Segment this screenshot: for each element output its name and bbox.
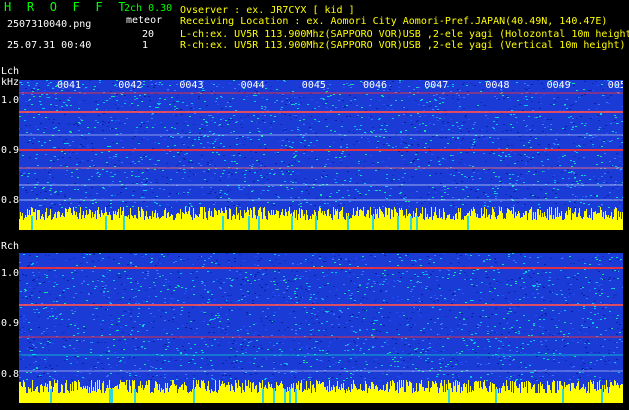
time-tick-label: 0049 — [546, 80, 571, 91]
right-edge-bar — [623, 60, 629, 410]
rch-tick-3: 0.8 — [1, 369, 20, 380]
lch-spectrogram — [19, 80, 623, 230]
time-tick-label: 0046 — [363, 80, 388, 91]
time-tick-label: 0047 — [424, 80, 449, 91]
time-tick-label: 0045 — [301, 80, 326, 91]
lch-unit: kHz — [1, 77, 20, 88]
rch-tick-1: 1.0 — [1, 268, 20, 279]
rch-label: Rch — [1, 241, 20, 252]
l-channel-info: L-ch:ex. UV5R 113.900Mhz(SAPPORO VOR)USB… — [180, 29, 629, 40]
r-channel-info: R-ch:ex. UV5R 113.900Mhz(SAPPORO VOR)USB… — [180, 40, 626, 51]
time-tick-label: 0048 — [485, 80, 510, 91]
lch-tick-1: 1.0 — [1, 95, 20, 106]
rch-spectrogram — [19, 253, 623, 403]
version-label: 2ch 0.30 — [124, 3, 173, 14]
meteor-count-r: 1 — [142, 40, 149, 51]
time-tick-label: 0043 — [179, 80, 204, 91]
time-tick-label: 0041 — [57, 80, 82, 91]
meteor-label: meteor — [126, 15, 163, 26]
location-info: Receiving Location : ex. Aomori City Aom… — [180, 16, 608, 27]
filename-label: 2507310040.png — [7, 19, 92, 30]
app-title: H R O F F T — [4, 0, 130, 14]
observer-info: Ovserver : ex. JR7CYX [ kid ] — [180, 5, 355, 16]
rch-tick-2: 0.9 — [1, 318, 20, 329]
lch-tick-3: 0.8 — [1, 195, 20, 206]
lch-tick-2: 0.9 — [1, 145, 20, 156]
time-tick-label: 0044 — [240, 80, 265, 91]
time-tick-label: 0042 — [118, 80, 143, 91]
lch-label: Lch — [1, 66, 20, 77]
meteor-count-l: 20 — [142, 29, 155, 40]
datetime-label: 25.07.31 00:40 — [7, 40, 92, 51]
